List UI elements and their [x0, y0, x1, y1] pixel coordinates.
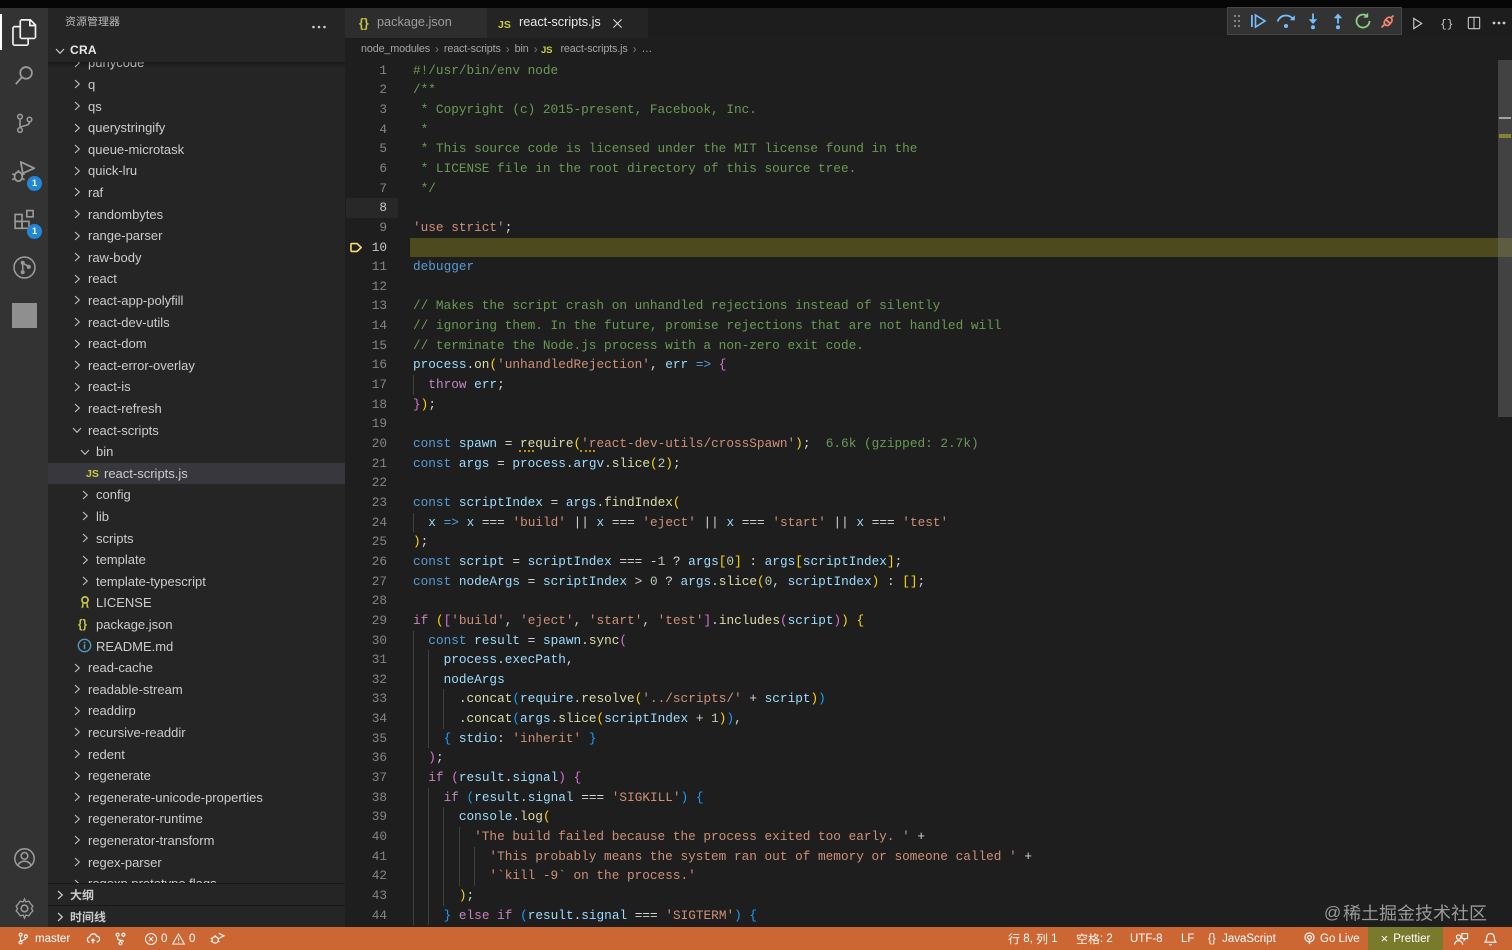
svg-text:JS: JS	[541, 45, 552, 55]
svg-text:{}: {}	[78, 619, 87, 631]
svg-text:{}: {}	[359, 17, 369, 31]
svg-text:JS: JS	[498, 19, 511, 31]
svg-text:JS: JS	[86, 468, 99, 480]
svg-text:{}: {}	[1440, 19, 1453, 30]
